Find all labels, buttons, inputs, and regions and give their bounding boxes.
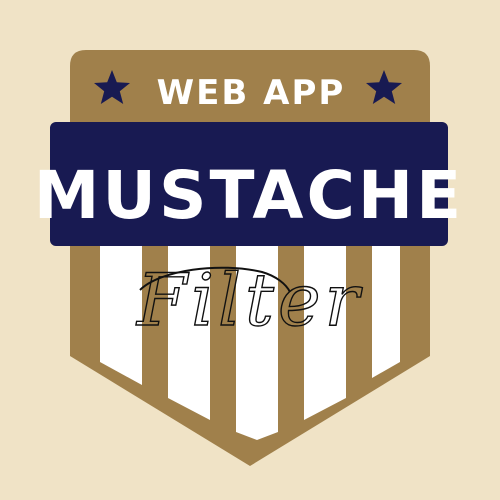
- stripe: [100, 240, 142, 385]
- mustache-filter-badge: WEB APP MUSTACHE Filter: [34, 50, 465, 466]
- stripe: [372, 240, 400, 378]
- logo-canvas: WEB APP MUSTACHE Filter: [0, 0, 500, 500]
- subtitle-text: WEB APP: [157, 73, 346, 113]
- title-text: MUSTACHE: [34, 157, 465, 234]
- script-text: Filter: [135, 258, 363, 342]
